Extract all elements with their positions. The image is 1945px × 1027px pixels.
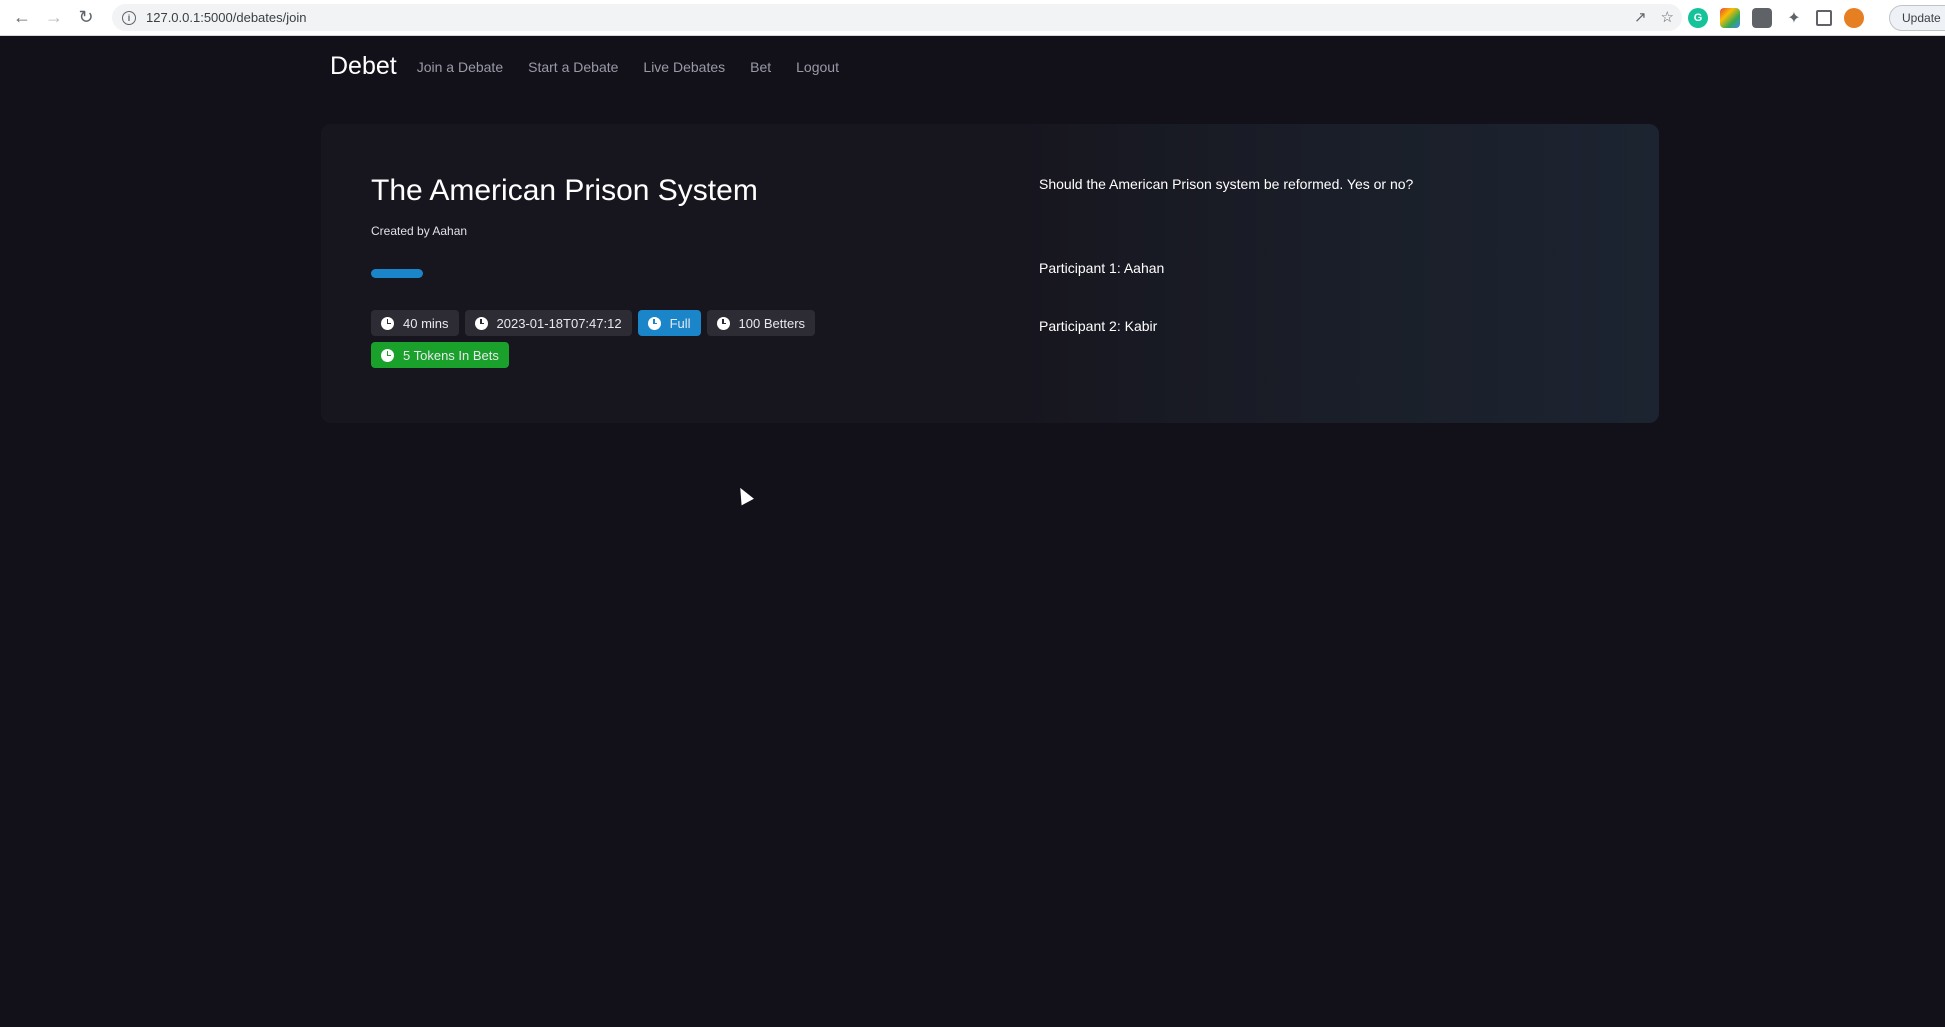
share-icon[interactable]: ↗ — [1634, 8, 1647, 26]
address-bar[interactable]: i 127.0.0.1:5000/debates/join ↗ ☆ — [112, 4, 1682, 31]
participant-1: Participant 1: Aahan — [1039, 260, 1165, 276]
url-text[interactable]: 127.0.0.1:5000/debates/join — [146, 10, 306, 25]
nav-live-debates[interactable]: Live Debates — [643, 59, 725, 75]
debate-title: The American Prison System — [371, 174, 758, 207]
debate-card[interactable]: The American Prison System Created by Aa… — [321, 124, 1659, 423]
debate-question: Should the American Prison system be ref… — [1039, 176, 1414, 192]
betters-badge: 100 Betters — [706, 310, 816, 336]
profile-avatar-icon[interactable] — [1844, 8, 1864, 28]
clock-icon — [647, 316, 661, 330]
reload-icon[interactable]: ↻ — [70, 2, 102, 34]
tokens-text: 5 Tokens In Bets — [403, 347, 499, 363]
nav-logout[interactable]: Logout — [796, 59, 839, 75]
keyboard-extension-icon[interactable] — [1752, 8, 1772, 28]
badge-row: 40 mins 2023-01-18T07:47:12 Full 100 Bet… — [371, 310, 816, 336]
status-text: Full — [669, 315, 691, 331]
site-navbar: Debet Join a Debate Start a Debate Live … — [330, 52, 864, 81]
bookmark-star-icon[interactable]: ☆ — [1661, 8, 1674, 26]
side-panel-icon[interactable] — [1816, 10, 1832, 26]
grammarly-extension-icon[interactable]: G — [1688, 8, 1708, 28]
mouse-cursor-icon — [734, 484, 754, 506]
debate-creator: Created by Aahan — [371, 224, 468, 238]
datetime-badge: 2023-01-18T07:47:12 — [464, 310, 632, 336]
nav-start-debate[interactable]: Start a Debate — [528, 59, 618, 75]
nav-join-debate[interactable]: Join a Debate — [417, 59, 503, 75]
puzzle-extensions-icon[interactable]: ✦ — [1784, 8, 1804, 28]
debate-progress-bar — [371, 269, 423, 278]
update-button[interactable]: Update — [1889, 5, 1945, 31]
participant-2: Participant 2: Kabir — [1039, 318, 1158, 334]
clock-icon — [716, 316, 730, 330]
clock-icon — [474, 316, 488, 330]
datetime-text: 2023-01-18T07:47:12 — [496, 315, 622, 331]
clock-icon — [381, 316, 394, 330]
tokens-badge: 5 Tokens In Bets — [371, 342, 509, 368]
badge-row-2: 5 Tokens In Bets — [371, 342, 509, 368]
duration-badge: 40 mins — [371, 310, 459, 336]
betters-text: 100 Betters — [738, 315, 806, 331]
forward-arrow-icon[interactable]: → — [38, 2, 70, 34]
status-badge: Full — [637, 310, 701, 336]
clock-icon — [381, 348, 394, 362]
nav-bet[interactable]: Bet — [750, 59, 771, 75]
duration-text: 40 mins — [403, 315, 449, 331]
browser-toolbar: ← → ↻ i 127.0.0.1:5000/debates/join ↗ ☆ … — [0, 0, 1945, 36]
brand-logo[interactable]: Debet — [330, 52, 397, 81]
back-arrow-icon[interactable]: ← — [6, 2, 38, 34]
site-info-icon[interactable]: i — [122, 10, 136, 25]
color-extension-icon[interactable] — [1720, 8, 1740, 28]
